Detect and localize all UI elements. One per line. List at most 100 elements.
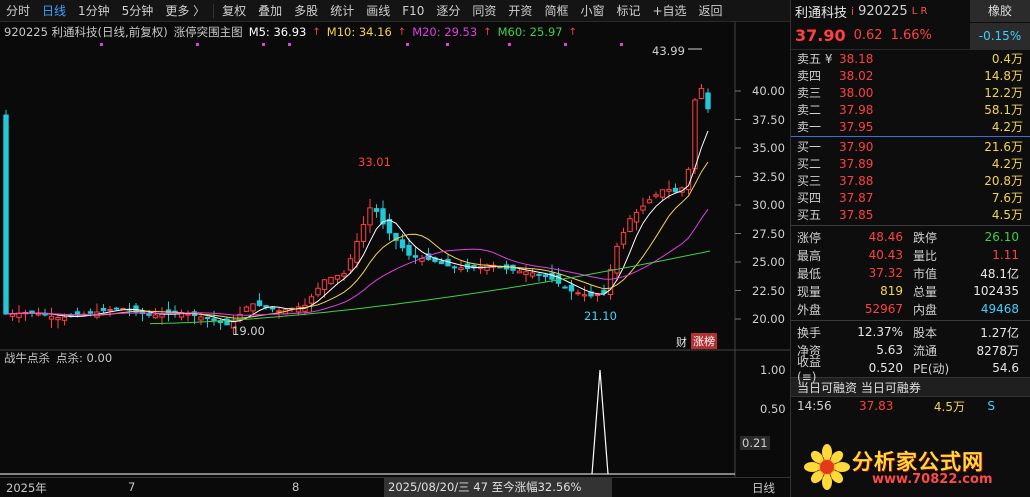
stat-value: 49468	[980, 302, 1019, 316]
candle-body	[646, 199, 653, 204]
sector-tag[interactable]: 橡胶	[970, 0, 1030, 22]
candle-body	[61, 316, 68, 321]
period-label[interactable]: 日线	[752, 480, 775, 496]
btn-f10[interactable]: F10	[396, 0, 430, 22]
candle-body	[386, 218, 393, 234]
candle-body	[204, 316, 211, 319]
stat-row: 收益(≡) 0.520 PE(动) 54.6	[791, 355, 1030, 384]
panel-header: 利通科技 i 920225 L R 橡胶	[791, 0, 1030, 22]
candle-body	[406, 244, 412, 256]
ask-row: 卖二 37.98 58.1万	[791, 101, 1030, 118]
bid-label: 买二	[797, 157, 822, 171]
sub-indicator-name[interactable]: 战牛点杀	[4, 350, 50, 366]
bid-row: 买四 37.87 7.6万	[791, 189, 1030, 206]
candle-body	[581, 294, 588, 297]
tab-rixian[interactable]: 日线	[36, 0, 72, 22]
price-annotation-high: 33.01	[358, 155, 391, 169]
stat-key: 涨停	[797, 230, 822, 245]
ma60-up-arrow-icon: ↑	[568, 26, 577, 38]
section-divider	[791, 225, 1030, 226]
sub-indicator-spike	[591, 369, 609, 475]
candle-body	[367, 207, 373, 226]
ask-price: 37.98	[839, 102, 874, 117]
candle-body	[458, 267, 464, 271]
tab-1min[interactable]: 1分钟	[72, 0, 116, 22]
y-axis-label: 20.00	[752, 312, 785, 326]
book-divider	[791, 136, 1030, 137]
candle-body	[620, 232, 627, 245]
tick-side: S	[987, 399, 995, 413]
stat-value: 1.27亿	[980, 325, 1019, 340]
tab-5min[interactable]: 5分钟	[116, 0, 160, 22]
section-divider	[791, 320, 1030, 321]
signal-marker	[196, 43, 199, 46]
date-label: 7	[128, 480, 136, 494]
btn-diejia[interactable]: 叠加	[252, 0, 288, 22]
chart-indicator[interactable]: 涨停突围主图	[174, 24, 243, 40]
stat-row: 涨停 48.46 跌停 26.10	[791, 228, 1030, 246]
btn-kaizi[interactable]: 开资	[502, 0, 538, 22]
badge-cai[interactable]: 财	[676, 334, 687, 350]
candle-body	[152, 314, 159, 319]
btn-zhufen[interactable]: 逐分	[430, 0, 466, 22]
chart-canvas[interactable]	[0, 22, 790, 497]
candle-body	[659, 189, 666, 198]
candle-body	[3, 114, 9, 315]
stat-key: 跌停	[913, 230, 938, 245]
ask-book: 卖五 ¥38.18 0.4万 卖四 38.02 14.8万 卖三 38.00 12.2万 …	[791, 50, 1030, 135]
ask-label: 卖一	[797, 120, 822, 134]
stat-value: 37.32	[868, 266, 903, 280]
btn-fuquan[interactable]: 复权	[216, 0, 252, 22]
chart-symbol: 920225 利通科技(日线,前复权)	[4, 25, 168, 39]
kline-chart[interactable]: 920225 利通科技(日线,前复权) 涨停突围主图 M5: 36.93 ↑ M…	[0, 22, 790, 497]
candle-body	[321, 279, 328, 291]
btn-back[interactable]: 返回	[693, 0, 729, 22]
candle-body	[29, 310, 35, 314]
bid-qty: 20.8万	[984, 174, 1023, 188]
stat-row: 最低 37.32 市值 48.1亿	[791, 264, 1030, 282]
ask-price: 38.02	[839, 68, 874, 83]
stat-value: 12.37%	[857, 325, 903, 339]
tick-row: 14:56 37.83 4.5万 S	[791, 397, 1030, 415]
stat-value: 26.10	[984, 230, 1019, 244]
bid-book: 买一 37.90 21.6万 买二 37.89 4.2万 买三 37.88 20.8万 买四…	[791, 138, 1030, 223]
candle-body	[100, 307, 107, 312]
chart-info-line: 920225 利通科技(日线,前复权) 涨停突围主图 M5: 36.93 ↑ M…	[4, 24, 577, 40]
sector-change: -0.15%	[970, 22, 1030, 49]
tab-more[interactable]: 更多 〉	[159, 0, 211, 22]
bid-price: 37.89	[839, 156, 874, 171]
btn-biaoji[interactable]: 标记	[610, 0, 646, 22]
btn-tongzi[interactable]: 同资	[466, 0, 502, 22]
badge-zhangbang[interactable]: 涨榜	[691, 333, 717, 349]
stat-key: 股本	[913, 325, 938, 340]
candle-body	[113, 307, 120, 310]
ask-label: 卖四	[797, 69, 822, 83]
ask-label: 卖三	[797, 86, 822, 100]
ask-price: 37.95	[839, 119, 874, 134]
ask-row: 卖三 38.00 12.2万	[791, 84, 1030, 101]
price-change-pct: 1.66%	[890, 28, 932, 43]
y-axis-label: 27.50	[752, 227, 785, 241]
btn-add-watchlist[interactable]: +自选	[646, 0, 692, 22]
price-annotation-low1: 19.00	[232, 324, 265, 338]
bid-label: 买一	[797, 140, 822, 154]
stock-name: 利通科技	[795, 5, 848, 21]
candle-body	[412, 255, 419, 258]
tab-fenshi[interactable]: 分时	[0, 0, 36, 22]
candle-body	[594, 293, 601, 296]
stock-info-flag[interactable]: i	[851, 5, 854, 18]
ask-price: 38.18	[839, 51, 874, 66]
btn-huaxian[interactable]: 画线	[360, 0, 396, 22]
candle-body	[536, 273, 542, 276]
ask-row: 卖四 38.02 14.8万	[791, 67, 1030, 84]
btn-xiaochuang[interactable]: 小窗	[574, 0, 610, 22]
y-axis-label: 35.00	[752, 141, 785, 155]
candle-body	[373, 208, 380, 212]
btn-jiankuang[interactable]: 简框	[538, 0, 574, 22]
stat-value: 8278万	[976, 343, 1019, 358]
margin-trading-bar[interactable]: 当日可融资 当日可融券	[791, 377, 1030, 397]
candle-body	[672, 187, 679, 193]
bid-row: 买一 37.90 21.6万	[791, 138, 1030, 155]
btn-tongji[interactable]: 统计	[324, 0, 360, 22]
btn-duogu[interactable]: 多股	[288, 0, 324, 22]
